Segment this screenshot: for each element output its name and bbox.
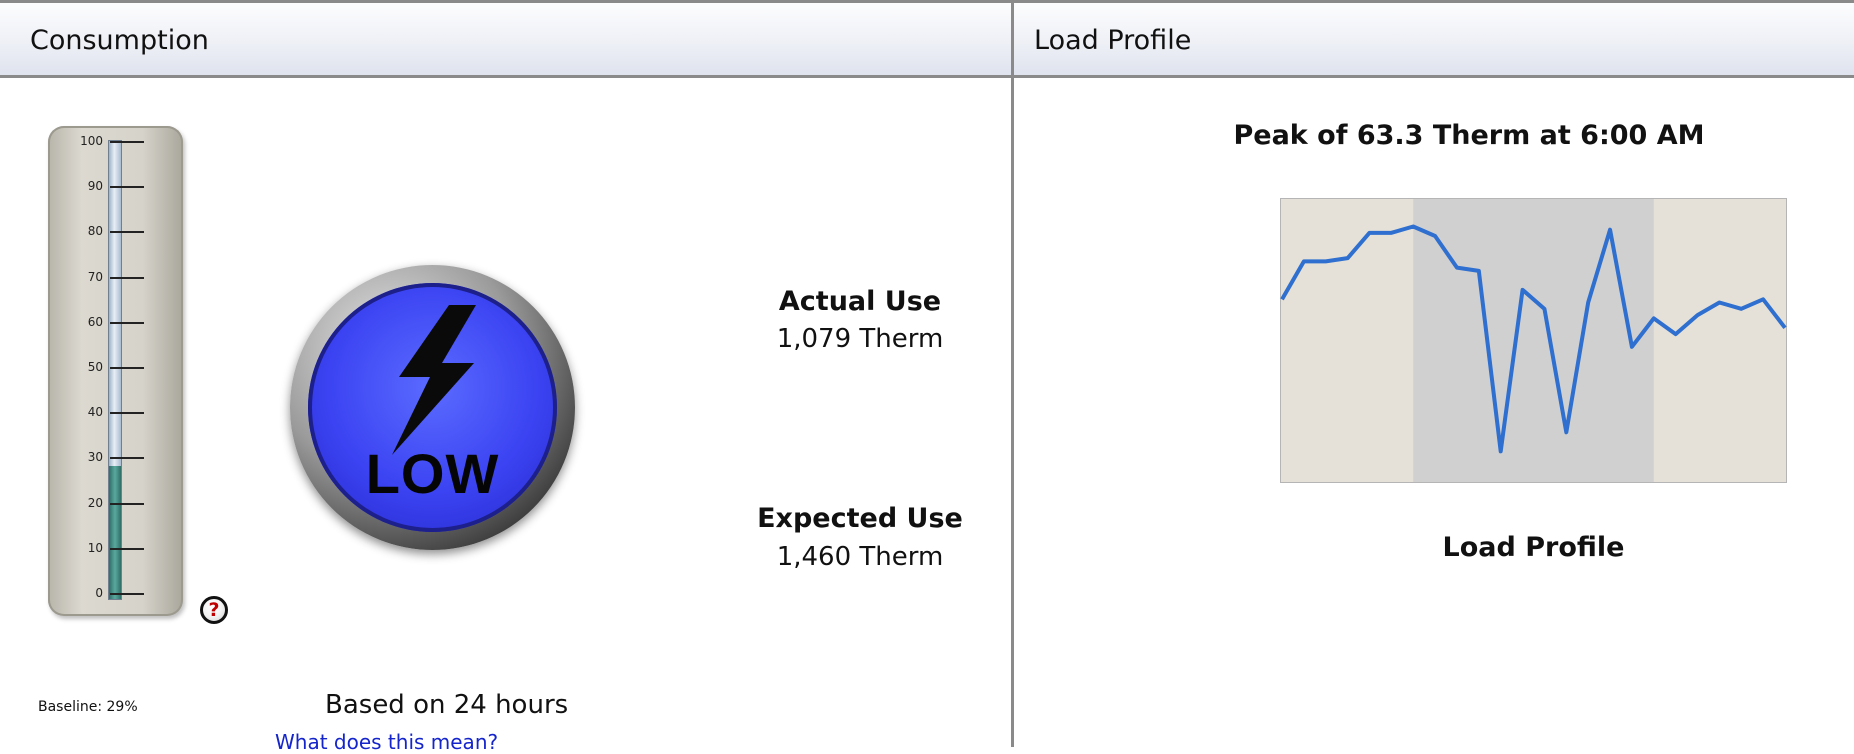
- thermometer-tick: [110, 186, 144, 188]
- consumption-title: Consumption: [30, 25, 209, 56]
- thermometer-fill: [109, 466, 121, 599]
- thermometer-tick: [110, 593, 144, 595]
- thermometer-tick: [110, 141, 144, 143]
- what-does-this-mean-link[interactable]: What does this mean?: [275, 730, 498, 754]
- thermometer-tick: [110, 457, 144, 459]
- question-mark-icon[interactable]: ?: [200, 596, 228, 624]
- expected-use-label: Expected Use: [710, 503, 1010, 534]
- thermometer-tick: [110, 412, 144, 414]
- load-profile-chart: [1280, 198, 1787, 483]
- actual-use-label: Actual Use: [710, 286, 1010, 317]
- rating-label: LOW: [308, 441, 557, 506]
- thermometer-tick-label: 10: [58, 541, 103, 555]
- thermometer-tick-label: 50: [58, 360, 103, 374]
- thermometer-tube: [108, 140, 122, 600]
- baseline-text: Baseline: 29%: [38, 699, 138, 715]
- based-on-text: Based on 24 hours: [325, 690, 568, 720]
- consumption-rating-badge: LOW: [290, 265, 575, 550]
- thermometer-tick-label: 30: [58, 450, 103, 464]
- thermometer-tick-label: 60: [58, 315, 103, 329]
- consumption-thermometer: 1009080706050403020100: [48, 126, 183, 616]
- load-profile-panel: Load Profile Peak of 63.3 Therm at 6:00 …: [1014, 0, 1854, 747]
- thermometer-tick: [110, 231, 144, 233]
- thermometer-tick-label: 40: [58, 405, 103, 419]
- thermometer-tick-label: 80: [58, 224, 103, 238]
- load-profile-header: Load Profile: [1014, 0, 1854, 78]
- thermometer-tick: [110, 367, 144, 369]
- thermometer-tick: [110, 277, 144, 279]
- load-profile-caption: Load Profile: [1280, 532, 1787, 563]
- lightning-bolt-icon: [364, 305, 504, 455]
- peak-summary: Peak of 63.3 Therm at 6:00 AM: [1189, 120, 1749, 151]
- expected-use-value: 1,460 Therm: [710, 542, 1010, 572]
- rating-badge-face: LOW: [308, 283, 557, 532]
- thermometer-tick-label: 0: [58, 586, 103, 600]
- consumption-panel: Consumption 1009080706050403020100 ? LOW…: [0, 0, 1014, 747]
- thermometer-tick: [110, 322, 144, 324]
- consumption-header: Consumption: [0, 0, 1011, 78]
- thermometer-tick: [110, 503, 144, 505]
- actual-use-value: 1,079 Therm: [710, 324, 1010, 354]
- thermometer-tick: [110, 548, 144, 550]
- thermometer-tick-label: 90: [58, 179, 103, 193]
- thermometer-tick-label: 20: [58, 496, 103, 510]
- chart-highlight-band: [1413, 199, 1654, 482]
- thermometer-tick-label: 70: [58, 270, 103, 284]
- thermometer-tick-label: 100: [58, 134, 103, 148]
- load-profile-title: Load Profile: [1034, 25, 1191, 56]
